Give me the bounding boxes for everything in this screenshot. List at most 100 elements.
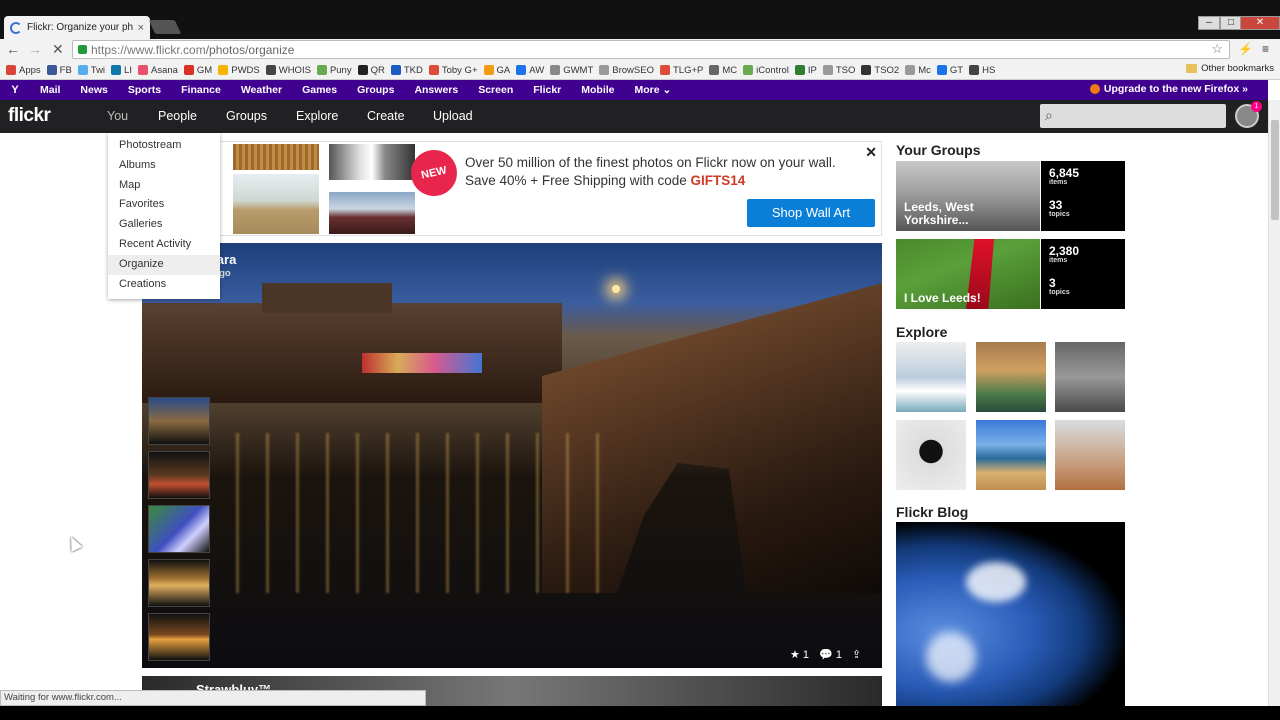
bookmark-item[interactable]: IP	[794, 65, 817, 76]
yahoo-link-sports[interactable]: Sports	[118, 84, 171, 96]
stop-icon[interactable]: ✕	[52, 41, 64, 58]
yahoo-link-answers[interactable]: Answers	[404, 84, 468, 96]
bookmark-item[interactable]: HS	[969, 65, 995, 76]
bookmark-item[interactable]: FB	[46, 65, 72, 76]
group-stats: 2,380 items 3 topics	[1041, 239, 1125, 309]
yahoo-link-groups[interactable]: Groups	[347, 84, 404, 96]
scrollbar-thumb[interactable]	[1271, 120, 1279, 220]
bookmark-item[interactable]: TKD	[390, 65, 423, 76]
bookmark-item[interactable]: TSO2	[861, 65, 899, 76]
photo-thumbnail[interactable]	[148, 559, 210, 607]
notification-badge[interactable]: 1	[1251, 101, 1262, 112]
yahoo-link-flickr[interactable]: Flickr	[523, 84, 571, 96]
photo-thumbnail[interactable]	[148, 505, 210, 553]
bookmark-item[interactable]: Mc	[905, 65, 931, 76]
bookmark-item[interactable]: TLG+P	[659, 65, 703, 76]
yahoo-link-screen[interactable]: Screen	[468, 84, 523, 96]
flickr-navbar: flickr You People Groups Explore Create …	[0, 100, 1268, 133]
group-card[interactable]: Leeds, West Yorkshire... 6,845 items 33 …	[896, 161, 1125, 231]
tab-close-icon[interactable]: ×	[138, 22, 144, 34]
other-bookmarks[interactable]: Other bookmarks	[1186, 63, 1274, 74]
bookmark-icon	[357, 65, 368, 75]
bookmark-item[interactable]: BrowSEO	[599, 65, 654, 76]
group-card[interactable]: I Love Leeds! 2,380 items 3 topics	[896, 239, 1125, 309]
browser-toolbar: ← → ✕ https://www.flickr.com/photos/orga…	[0, 39, 1280, 61]
shop-wall-art-button[interactable]: Shop Wall Art	[747, 199, 875, 227]
main-photo[interactable]	[142, 243, 882, 668]
explore-thumbnail[interactable]	[1055, 420, 1125, 490]
explore-thumbnail[interactable]	[896, 342, 966, 412]
yahoo-logo-icon[interactable]: Y	[0, 84, 30, 96]
nav-explore[interactable]: Explore	[296, 109, 338, 123]
maximize-button[interactable]: □	[1220, 16, 1242, 30]
bookmark-item[interactable]: TSO	[822, 65, 855, 76]
ad-close-icon[interactable]: ✕	[865, 144, 877, 161]
nav-you[interactable]: You	[107, 109, 128, 123]
bookmark-icon	[905, 65, 916, 75]
new-tab-button[interactable]	[148, 20, 182, 34]
menu-item-photostream[interactable]: Photostream	[108, 136, 220, 156]
bookmark-item[interactable]: GA	[483, 65, 510, 76]
photo-thumbnail[interactable]	[148, 397, 210, 445]
bookmark-star-icon[interactable]: ☆	[1211, 41, 1223, 57]
bookmark-item[interactable]: WHOIS	[265, 65, 311, 76]
nav-upload[interactable]: Upload	[433, 109, 473, 123]
bookmark-item[interactable]: GM	[183, 65, 212, 76]
yahoo-link-games[interactable]: Games	[292, 84, 347, 96]
browser-tab[interactable]: Flickr: Organize your photo ×	[4, 16, 150, 39]
bookmark-item[interactable]: PWDS	[218, 65, 260, 76]
yahoo-link-weather[interactable]: Weather	[231, 84, 292, 96]
share-icon[interactable]: ⇪	[852, 648, 861, 661]
menu-item-recent-activity[interactable]: Recent Activity	[108, 235, 220, 255]
back-icon[interactable]: ←	[6, 41, 20, 57]
bookmark-item[interactable]: QR	[357, 65, 385, 76]
flickr-logo[interactable]: flickr	[8, 105, 51, 127]
page-scrollbar[interactable]	[1268, 100, 1280, 706]
menu-item-galleries[interactable]: Galleries	[108, 215, 220, 235]
yahoo-link-finance[interactable]: Finance	[171, 84, 231, 96]
menu-item-albums[interactable]: Albums	[108, 156, 220, 176]
address-bar[interactable]: https://www.flickr.com/photos/organize ☆	[72, 40, 1230, 59]
bookmark-item[interactable]: Twi	[77, 65, 105, 76]
forward-icon[interactable]: →	[28, 41, 42, 57]
bookmark-item[interactable]: LI	[111, 65, 132, 76]
yahoo-link-more[interactable]: More ⌄	[625, 84, 682, 96]
bookmark-item[interactable]: MC	[709, 65, 737, 76]
bookmark-item[interactable]: AW	[516, 65, 544, 76]
menu-item-favorites[interactable]: Favorites	[108, 195, 220, 215]
menu-icon[interactable]: ≡	[1262, 42, 1269, 56]
bookmark-item[interactable]: iControl	[743, 65, 789, 76]
explore-thumbnail[interactable]	[1055, 342, 1125, 412]
close-window-button[interactable]: ✕	[1240, 16, 1280, 30]
bookmark-item[interactable]: GT	[936, 65, 963, 76]
explore-thumbnail[interactable]	[896, 420, 966, 490]
bookmark-item[interactable]: Puny	[316, 65, 352, 76]
menu-item-organize[interactable]: Organize	[108, 254, 220, 275]
menu-item-creations[interactable]: Creations	[108, 275, 220, 295]
photo-thumbnail[interactable]	[148, 613, 210, 661]
yahoo-link-mail[interactable]: Mail	[30, 84, 70, 96]
explore-thumbnail[interactable]	[976, 420, 1046, 490]
nav-groups[interactable]: Groups	[226, 109, 267, 123]
yahoo-link-mobile[interactable]: Mobile	[571, 84, 624, 96]
search-input[interactable]: ⌕	[1040, 104, 1226, 128]
url-text: https://www.flickr.com/photos/organize	[91, 42, 295, 57]
minimize-button[interactable]: –	[1198, 16, 1220, 30]
group-name: I Love Leeds!	[904, 291, 981, 305]
bookmark-item[interactable]: Apps	[6, 65, 41, 76]
bookmark-item[interactable]: Toby G+	[428, 65, 478, 76]
explore-thumbnail[interactable]	[976, 342, 1046, 412]
photo-thumbnail[interactable]	[148, 451, 210, 499]
favorite-star-icon[interactable]: ★ 1	[790, 648, 809, 661]
bookmark-item[interactable]: GWMT	[550, 65, 593, 76]
nav-people[interactable]: People	[158, 109, 197, 123]
comment-icon[interactable]: 💬 1	[819, 648, 842, 661]
lock-icon	[78, 45, 87, 54]
yahoo-link-news[interactable]: News	[70, 84, 117, 96]
menu-item-map[interactable]: Map	[108, 176, 220, 196]
firefox-upgrade-link[interactable]: Upgrade to the new Firefox »	[1089, 83, 1248, 95]
extension-icon[interactable]: ⚡	[1238, 42, 1253, 56]
bookmark-item[interactable]: Asana	[137, 65, 178, 76]
nav-create[interactable]: Create	[367, 109, 405, 123]
flickr-blog-image[interactable]	[896, 522, 1125, 706]
